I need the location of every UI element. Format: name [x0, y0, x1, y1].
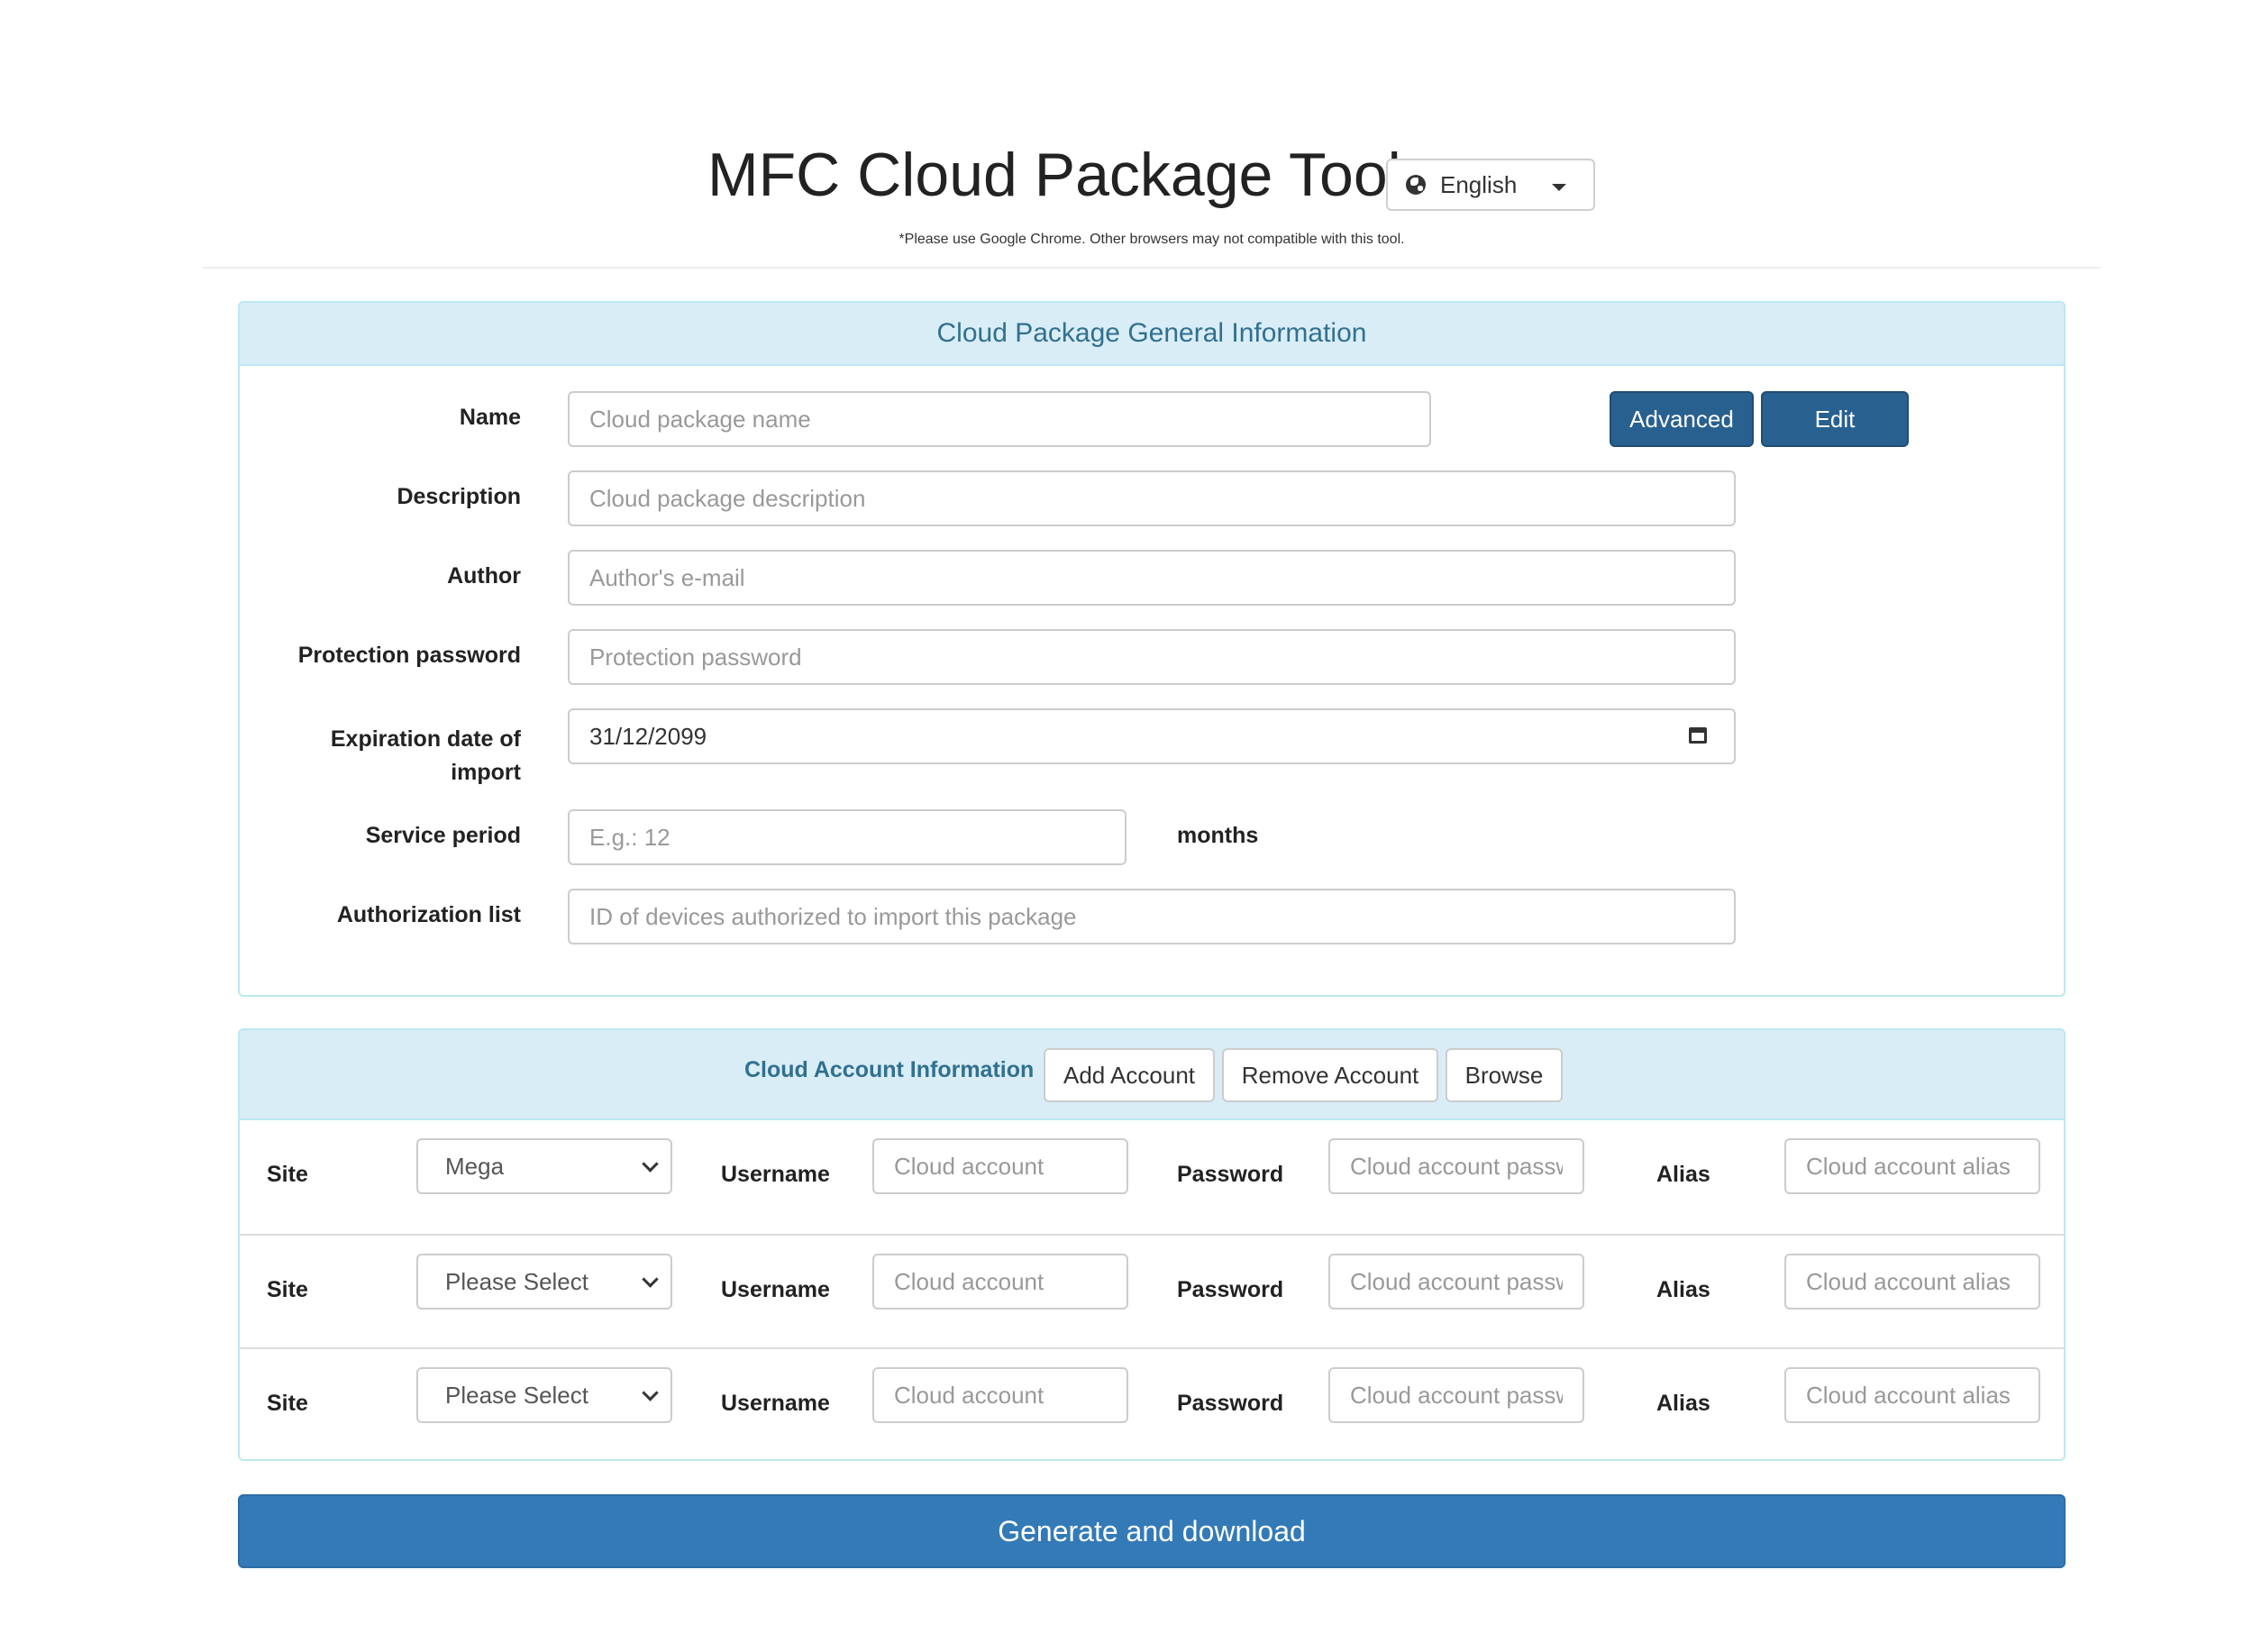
globe-icon	[1406, 175, 1426, 195]
chevron-down-icon	[642, 1271, 659, 1288]
calendar-icon[interactable]	[1689, 727, 1707, 744]
password-input[interactable]	[1328, 1138, 1584, 1194]
caret-down-icon	[1552, 184, 1566, 191]
browser-notice: *Please use Google Chrome. Other browser…	[898, 232, 1405, 247]
account-row: Site Please Select Username Password Ali…	[240, 1347, 2064, 1461]
password-input[interactable]	[1328, 1254, 1584, 1310]
page-title: MFC Cloud Package Tool	[707, 141, 1401, 209]
generate-download-button[interactable]: Generate and download	[238, 1494, 2066, 1568]
site-select-value: Mega	[445, 1152, 505, 1180]
author-email-input[interactable]	[568, 550, 1736, 606]
username-label: Username	[721, 1162, 830, 1187]
expiration-date-label: Expiration date of import	[331, 723, 521, 789]
page-header: MFC Cloud Package Tool English *Please u…	[0, 0, 2253, 270]
add-account-button[interactable]: Add Account	[1044, 1048, 1215, 1102]
alias-label: Alias	[1656, 1162, 1710, 1187]
username-input[interactable]	[872, 1367, 1128, 1423]
protection-password-input[interactable]	[568, 629, 1736, 685]
name-input[interactable]	[568, 391, 1431, 447]
alias-label: Alias	[1656, 1391, 1710, 1416]
cloud-account-title: Cloud Account Information	[744, 1057, 1035, 1082]
site-select[interactable]: Please Select	[416, 1367, 672, 1423]
password-label: Password	[1177, 1277, 1284, 1302]
expiration-label-line1: Expiration date of	[330, 726, 521, 752]
months-unit-label: months	[1177, 823, 1259, 848]
cloud-account-heading: Cloud Account Information Add Account Re…	[240, 1030, 2064, 1120]
authorization-list-label: Authorization list	[336, 902, 521, 927]
account-row: Site Mega Username Password Alias	[240, 1120, 2064, 1234]
language-label: English	[1440, 170, 1518, 198]
alias-input[interactable]	[1784, 1138, 2040, 1194]
site-select-value: Please Select	[445, 1381, 588, 1409]
username-label: Username	[721, 1277, 830, 1302]
site-select[interactable]: Mega	[416, 1138, 672, 1194]
username-label: Username	[721, 1391, 830, 1416]
alias-input[interactable]	[1784, 1367, 2040, 1423]
general-info-heading: Cloud Package General Information	[240, 303, 2064, 366]
alias-label: Alias	[1656, 1277, 1710, 1302]
name-label: Name	[459, 405, 521, 430]
site-label: Site	[267, 1391, 308, 1416]
account-row: Site Please Select Username Password Ali…	[240, 1234, 2064, 1347]
site-label: Site	[267, 1277, 308, 1302]
remove-account-button[interactable]: Remove Account	[1222, 1048, 1438, 1102]
advanced-button[interactable]: Advanced	[1610, 391, 1754, 447]
alias-input[interactable]	[1784, 1254, 2040, 1310]
username-input[interactable]	[872, 1254, 1128, 1310]
cloud-account-panel: Cloud Account Information Add Account Re…	[238, 1028, 2066, 1461]
general-info-panel: Cloud Package General Information Name A…	[238, 301, 2066, 997]
expiration-label-line2: import	[451, 760, 521, 785]
password-input[interactable]	[1328, 1367, 1584, 1423]
description-input[interactable]	[568, 470, 1736, 526]
password-label: Password	[1177, 1162, 1284, 1187]
edit-button[interactable]: Edit	[1761, 391, 1909, 447]
chevron-down-icon	[642, 1155, 659, 1173]
expiration-date-input[interactable]: 31/12/2099	[568, 708, 1736, 764]
expiration-date-value: 31/12/2099	[589, 722, 707, 750]
password-label: Password	[1177, 1391, 1284, 1416]
authorization-list-input[interactable]	[568, 889, 1736, 945]
service-period-input[interactable]	[568, 809, 1126, 865]
chevron-down-icon	[642, 1384, 659, 1401]
language-dropdown[interactable]: English	[1386, 159, 1595, 211]
header-divider	[203, 267, 2101, 269]
site-select[interactable]: Please Select	[416, 1254, 672, 1310]
site-label: Site	[267, 1162, 308, 1187]
author-label: Author	[447, 563, 521, 589]
protection-password-label: Protection password	[297, 643, 521, 668]
service-period-label: Service period	[365, 823, 521, 848]
username-input[interactable]	[872, 1138, 1128, 1194]
browse-button[interactable]: Browse	[1446, 1048, 1563, 1102]
site-select-value: Please Select	[445, 1267, 588, 1295]
description-label: Description	[397, 484, 521, 509]
